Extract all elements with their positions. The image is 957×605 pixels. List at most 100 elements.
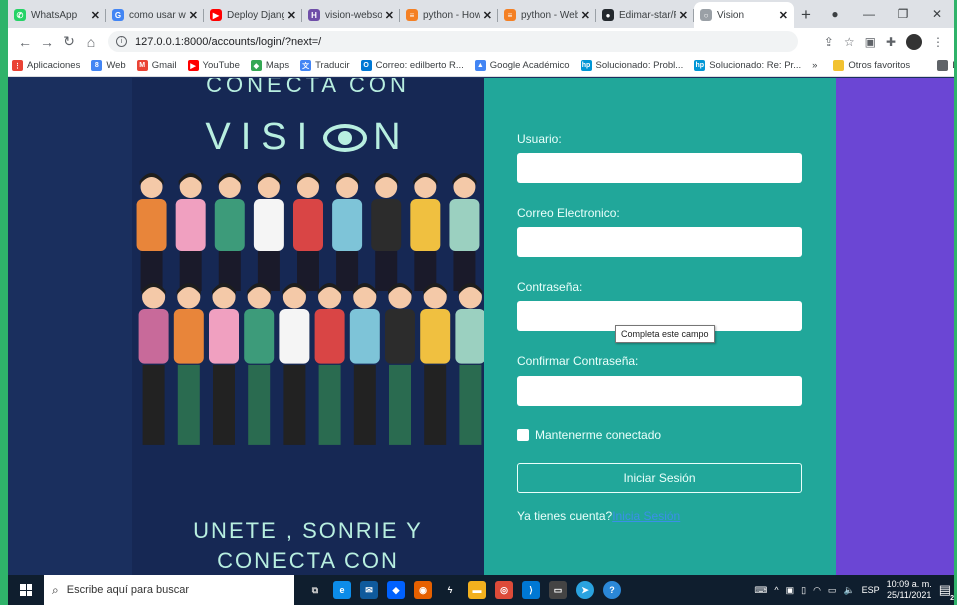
account-prompt-text: Ya tienes cuenta? [517, 509, 613, 523]
forward-icon[interactable]: → [36, 34, 58, 50]
bookmarks-overflow-button[interactable]: » [812, 60, 817, 71]
youtube-icon: ▶ [187, 60, 199, 71]
username-input[interactable] [517, 153, 802, 183]
bookmark-star-icon[interactable]: ☆ [844, 35, 855, 49]
new-tab-button[interactable]: + [794, 2, 818, 28]
profile-icon[interactable]: ● [818, 7, 852, 21]
browser-tab[interactable]: ≡ python - How ✕ [400, 2, 498, 28]
bookmark-item[interactable]: ▶ YouTube [187, 60, 240, 71]
site-info-icon[interactable]: i [116, 36, 127, 47]
close-tab-icon[interactable]: ✕ [779, 9, 788, 22]
scholar-icon: ▲ [474, 60, 486, 71]
loading-icon: ○ [700, 9, 712, 21]
language-indicator[interactable]: ESP [862, 585, 880, 595]
browser-tab[interactable]: ≡ python - Web ✕ [498, 2, 596, 28]
toolbar-actions: ⇪ ☆ ▣ ✚ ⋮ [824, 33, 948, 50]
other-bookmarks-folder[interactable]: Otros favoritos [833, 60, 910, 71]
browser-tab[interactable]: ✆ WhatsApp ✕ [8, 2, 106, 28]
tab-title: python - How [423, 9, 480, 21]
close-tab-icon[interactable]: ✕ [189, 9, 198, 22]
remember-me-checkbox[interactable] [517, 429, 529, 441]
keyboard-icon[interactable]: ⌨ [754, 585, 767, 596]
reading-list[interactable]: Lista de lectura [937, 60, 954, 71]
login-link[interactable]: Inicia Sesión [612, 509, 680, 523]
wifi-icon[interactable]: ◠ [813, 585, 821, 596]
browser-tab[interactable]: Gcomo usar we ✕ [106, 2, 204, 28]
notifications-icon[interactable]: ▤ 2 [939, 582, 954, 602]
back-icon[interactable]: ← [14, 34, 36, 50]
email-input[interactable] [517, 227, 802, 257]
login-button[interactable]: Iniciar Sesión [517, 463, 802, 493]
terminal-icon[interactable]: ▭ [549, 581, 567, 599]
eye-icon [323, 123, 368, 152]
translate-icon: 文 [300, 60, 312, 71]
poster-bottom-line-1: UNETE , SONRIE Y [193, 518, 423, 543]
bookmark-item[interactable]: hp Solucionado: Probl... [580, 60, 683, 71]
telegram-icon[interactable]: ➤ [576, 581, 594, 599]
mail-icon[interactable]: ✉ [360, 581, 378, 599]
vscode-icon[interactable]: ⟩ [522, 581, 540, 599]
address-bar[interactable]: i 127.0.0.1:8000/accounts/login/?next=/ [108, 31, 798, 52]
close-tab-icon[interactable]: ✕ [679, 9, 688, 22]
firefox-icon[interactable]: ◉ [414, 581, 432, 599]
reload-icon[interactable]: ↻ [58, 33, 80, 50]
clock[interactable]: 10:09 a. m. 25/11/2021 [887, 579, 932, 601]
edge-icon[interactable]: e [333, 581, 351, 599]
chrome-icon[interactable]: ◎ [495, 581, 513, 599]
bookmark-item[interactable]: ▲ Google Académico [474, 60, 570, 71]
home-icon[interactable]: ⌂ [80, 34, 102, 50]
bookmark-item[interactable]: hp Solucionado: Re: Pr... [694, 60, 801, 71]
bookmark-item[interactable]: 8 Web [91, 60, 126, 71]
bookmark-item[interactable]: 文 Traducir [300, 60, 350, 71]
poster-image: CONECTA CON VISI N UNETE , SONRIE Y CONE… [132, 78, 484, 575]
extension-icon[interactable]: ▣ [865, 35, 876, 49]
share-icon[interactable]: ⇪ [824, 35, 834, 49]
web-icon: 8 [91, 60, 103, 71]
system-tray: ⌨ ^ ▣ ▯ ◠ ▭ 🔈 ESP 10:09 a. m. 25/11/2021… [754, 579, 957, 602]
bookmark-item[interactable]: M Gmail [136, 60, 177, 71]
login-form-panel: Usuario: Correo Electronico: Contraseña:… [484, 78, 836, 575]
windows-taskbar: ⌕ Escribe aquí para buscar ⧉ e ✉ ◆ ◉ ϟ ▬… [8, 575, 957, 605]
battery-icon[interactable]: ▯ [801, 585, 806, 596]
close-tab-icon[interactable]: ✕ [483, 9, 492, 22]
browser-tab[interactable]: ○ Vision ✕ [694, 2, 794, 28]
search-icon: ⌕ [52, 582, 59, 597]
file-explorer-icon[interactable]: ▬ [468, 581, 486, 599]
lightning-icon[interactable]: ϟ [441, 581, 459, 599]
dropbox-icon[interactable]: ◆ [387, 581, 405, 599]
tab-title: vision-webso [325, 9, 382, 21]
volume-icon[interactable]: 🔈 [843, 585, 854, 596]
close-tab-icon[interactable]: ✕ [385, 9, 394, 22]
close-tab-icon[interactable]: ✕ [581, 9, 590, 22]
browser-tab[interactable]: ▶ Deploy Djang ✕ [204, 2, 302, 28]
taskbar-search[interactable]: ⌕ Escribe aquí para buscar [44, 575, 294, 605]
close-tab-icon[interactable]: ✕ [287, 9, 296, 22]
minimize-button[interactable]: — [852, 7, 886, 21]
menu-kebab-icon[interactable]: ⋮ [932, 35, 944, 49]
extensions-puzzle-icon[interactable]: ✚ [886, 35, 896, 49]
person-figure [420, 283, 451, 445]
close-tab-icon[interactable]: ✕ [91, 9, 100, 22]
network-icon[interactable]: ▭ [828, 585, 837, 596]
browser-tab[interactable]: Hvision-webso ✕ [302, 2, 400, 28]
person-figure [173, 283, 204, 445]
close-window-button[interactable]: ✕ [920, 7, 954, 21]
confirm-password-input[interactable] [517, 376, 802, 406]
show-hidden-icons[interactable]: ^ [774, 585, 778, 595]
bookmark-item[interactable]: ◆ Maps [250, 60, 289, 71]
task-view-icon[interactable]: ⧉ [306, 581, 324, 599]
stackoverflow-icon: ≡ [406, 9, 418, 21]
bookmark-label: YouTube [202, 60, 240, 71]
avatar[interactable] [906, 33, 922, 50]
help-icon[interactable]: ? [603, 581, 621, 599]
start-button[interactable] [8, 575, 44, 605]
bookmark-item[interactable]: O Correo: edilberto R... [360, 60, 464, 71]
restore-button[interactable]: ❐ [886, 7, 920, 21]
account-prompt: Ya tienes cuenta?Inicia Sesión [517, 509, 680, 523]
bookmark-item[interactable]: ⋮ Aplicaciones [12, 60, 80, 71]
tray-app-icon[interactable]: ▣ [786, 585, 795, 596]
browser-tab[interactable]: ● Edimar-star/F ✕ [596, 2, 694, 28]
poster-bottom-line-2: CONECTA CON [217, 548, 399, 573]
other-bookmarks-label: Otros favoritos [848, 60, 911, 71]
remember-me: Mantenerme conectado [517, 428, 661, 442]
